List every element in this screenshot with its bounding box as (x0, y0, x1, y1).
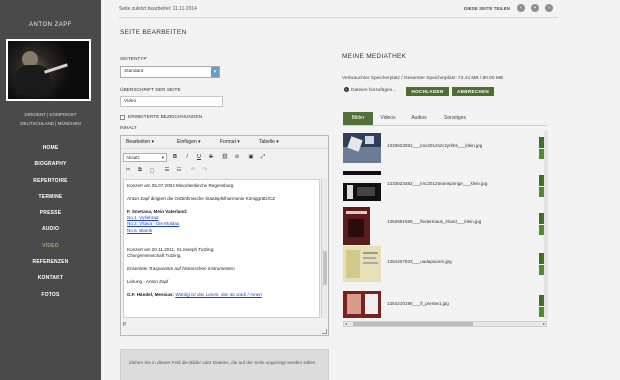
media-list-scrollbar[interactable] (544, 131, 548, 319)
block-format-select[interactable]: Absatz ▾ (123, 153, 167, 162)
editor-content[interactable]: Konzert am 05.07.2004 Minoritenkirche Re… (123, 179, 320, 318)
extended-labels-checkbox[interactable] (120, 115, 125, 120)
file-thumbnail (343, 246, 381, 282)
editor-link[interactable]: No.1. Vyšehrad (127, 215, 159, 220)
nav-item-video[interactable]: VIDEO (0, 238, 101, 254)
add-files-link[interactable]: + Dateien hinzufügen... (344, 87, 396, 93)
tab-videos[interactable]: Videos (376, 112, 400, 125)
unlink-icon[interactable]: ⊘ (233, 153, 241, 162)
tab-other[interactable]: Sonstiges (438, 112, 472, 125)
site-owner-name: ANTON ZAPF (29, 22, 72, 28)
drop-zone-text: Ziehen Sie in dieses Feld die Bilder ode… (129, 360, 316, 365)
file-name: 1354207933___uadapacem.jpg (387, 259, 452, 264)
file-name: 1333623081___imc2012szczyrkhs___klein.jp… (387, 143, 483, 148)
copy-icon[interactable]: ⧉ (136, 166, 144, 175)
file-thumbnail (343, 171, 381, 201)
numbered-list-icon[interactable]: ☷ (175, 166, 183, 175)
upload-button[interactable]: HOCHLADEN (406, 87, 449, 96)
share-page-link[interactable]: DIESE SEITE TEILEN (464, 6, 510, 11)
media-item[interactable]: 1354207933___uadapacem.jpg (343, 246, 544, 287)
content-label: INHALT (120, 126, 137, 131)
rich-text-editor: Bearbeiten ▾ Einfügen ▾ Format ▾ Tabelle… (120, 135, 329, 336)
cancel-upload-button[interactable]: ABBRECHEN (452, 87, 494, 96)
paste-icon[interactable]: 📋 (148, 166, 156, 175)
editor-scrollbar[interactable] (321, 179, 327, 318)
editor-toolbar-edit: ✂ ⧉ 📋 ☰ ☷ ↶ ↷ (121, 165, 328, 177)
file-name: 1354210196___fl_presse1.jpg (387, 301, 449, 306)
media-horizontal-scrollbar[interactable]: ◂ ▸ (343, 321, 547, 327)
dropdown-arrow-icon: ▾ (211, 67, 219, 77)
menu-format[interactable]: Format ▾ (220, 139, 240, 145)
subtitle-roles: DIRIGENT | KOMPONIST (24, 112, 77, 117)
strikethrough-button[interactable]: S (207, 153, 215, 162)
editor-menubar: Bearbeiten ▾ Einfügen ▾ Format ▾ Tabelle… (121, 137, 328, 149)
nav-item-fotos[interactable]: FOTOS (0, 287, 101, 303)
top-bar: Seite zuletzt bearbeitet: 11.11.2014 DIE… (119, 6, 558, 18)
sidebar: ANTON ZAPF DIRIGENT | KOMPONIST DEUTSCHL… (0, 0, 101, 380)
chevron-right-icon[interactable]: › (545, 4, 553, 12)
file-name: 1353581558___fledermaus_irland___klein.j… (387, 219, 482, 224)
add-icon[interactable]: + (531, 4, 539, 12)
editor-path-status: P (123, 322, 127, 328)
file-thumbnail (343, 207, 370, 245)
nav-item-home[interactable]: HOME (0, 140, 101, 156)
nav-item-repertoire[interactable]: REPERTOIRE (0, 173, 101, 189)
nav-item-termine[interactable]: TERMINE (0, 189, 101, 205)
link-icon[interactable]: ⛓ (221, 153, 229, 162)
editor-link[interactable]: No.2. Vltava - Die Moldau (127, 221, 179, 226)
file-thumbnail (343, 291, 381, 318)
subtitle-location: DEUTSCHLAND | MÜNCHEN (20, 121, 81, 126)
page-type-select[interactable]: Standard ▾ (120, 66, 220, 78)
media-file-list: 1333623081___imc2012szczyrkhs___klein.jp… (343, 131, 544, 318)
bold-button[interactable]: B (171, 153, 179, 162)
file-name: 1333623482___imc2012teamspringe___klein.… (387, 181, 488, 186)
bullet-list-icon[interactable]: ☰ (163, 166, 171, 175)
tab-images[interactable]: Bilder (343, 112, 373, 125)
menu-insert[interactable]: Einfügen ▾ (177, 139, 201, 145)
media-item[interactable]: 1333623482___imc2012teamspringe___klein.… (343, 171, 544, 209)
edit-page-heading: SEITE BEARBEITEN (120, 29, 187, 36)
nav-item-presse[interactable]: PRESSE (0, 205, 101, 221)
resize-handle-icon[interactable] (322, 329, 327, 334)
cut-icon[interactable]: ✂ (124, 166, 132, 175)
editor-link[interactable]: No.6. Blaník (127, 228, 152, 233)
page-type-label: SEITENTYP (120, 57, 147, 62)
media-library-heading: MEINE MEDIATHEK (342, 53, 407, 60)
page-type-value: Standard (124, 69, 144, 74)
storage-usage-text: Verbrauchter Speicherplatz / Gesamter Sp… (342, 76, 504, 81)
file-thumbnail (343, 133, 381, 163)
menu-table[interactable]: Tabelle ▾ (259, 139, 279, 145)
last-edited-text: Seite zuletzt bearbeitet: 11.11.2014 (119, 6, 197, 12)
editor-link[interactable]: Würdig ist das Lamm, das da starb / Amen (175, 292, 262, 297)
editor-toolbar-format: Absatz ▾ B I U S ⛓ ⊘ ▣ ⤢ (121, 152, 328, 164)
italic-button[interactable]: I (183, 153, 191, 162)
nav-item-biography[interactable]: BIOGRAPHY (0, 156, 101, 172)
page-heading-label: ÜBERSCHRIFT DER SEITE (120, 88, 181, 93)
media-item[interactable]: 1333623081___imc2012szczyrkhs___klein.jp… (343, 133, 544, 171)
page-heading-input[interactable]: Video (120, 96, 223, 107)
media-item[interactable]: 1353581558___fledermaus_irland___klein.j… (343, 207, 544, 247)
profile-photo (6, 39, 91, 101)
content-area: Seite zuletzt bearbeitet: 11.11.2014 DIE… (101, 0, 620, 380)
redo-icon[interactable]: ↷ (201, 166, 209, 175)
undo-icon[interactable]: ↶ (189, 166, 197, 175)
add-circle-icon: + (344, 87, 349, 92)
extended-labels-label: ERWEITERTE BEZEICHNUNGEN (128, 115, 203, 120)
nav-item-kontakt[interactable]: KONTAKT (0, 270, 101, 286)
media-item[interactable]: 1354210196___fl_presse1.jpg (343, 291, 544, 318)
nav-item-referenzen[interactable]: REFERENZEN (0, 254, 101, 270)
sidebar-nav: HOME BIOGRAPHY REPERTOIRE TERMINE PRESSE… (0, 140, 101, 303)
underline-button[interactable]: U (195, 153, 203, 162)
tab-audios[interactable]: Audios (406, 112, 432, 125)
file-drop-zone[interactable]: Ziehen Sie in dieses Feld die Bilder ode… (120, 349, 329, 380)
chevron-left-icon[interactable]: ‹ (517, 4, 525, 12)
fullscreen-icon[interactable]: ⤢ (259, 153, 267, 162)
editor-paragraph: G.F. Händel, Messias: Würdig ist das Lam… (127, 291, 262, 297)
menu-edit[interactable]: Bearbeiten ▾ (126, 139, 154, 145)
media-tabs: Bilder Videos Audios Sonstiges (343, 112, 533, 125)
nav-item-audio[interactable]: AUDIO (0, 221, 101, 237)
media-icon[interactable]: ▣ (247, 153, 255, 162)
